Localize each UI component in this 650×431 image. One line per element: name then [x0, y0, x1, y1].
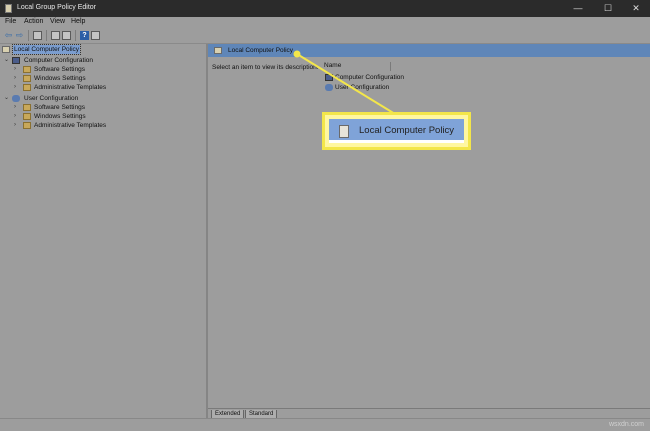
computer-icon — [12, 57, 20, 64]
chevron-right-icon[interactable]: › — [14, 65, 16, 74]
column-header-name[interactable]: Name — [324, 62, 391, 71]
toolbar: ⇦ ⇨ ? — [0, 28, 650, 44]
toolbar-separator — [28, 30, 29, 41]
list-item-label: User Configuration — [335, 84, 390, 91]
folder-icon — [23, 113, 31, 120]
computer-icon — [325, 74, 333, 81]
details-header: Local Computer Policy — [208, 44, 650, 57]
folder-icon — [23, 122, 31, 129]
close-button[interactable]: ✕ — [622, 0, 650, 17]
tree-item-label: Windows Settings — [34, 75, 86, 82]
menu-file[interactable]: File — [5, 18, 16, 25]
forward-arrow-icon[interactable]: ⇨ — [15, 31, 24, 40]
maximize-button[interactable]: ☐ — [594, 0, 622, 17]
folder-icon — [23, 75, 31, 82]
details-header-label: Local Computer Policy — [228, 47, 294, 54]
chevron-down-icon[interactable]: ⌄ — [4, 56, 9, 65]
tree-item-label: Computer Configuration — [24, 57, 94, 64]
properties-icon[interactable] — [51, 31, 60, 40]
callout-highlight: Local Computer Policy — [322, 112, 471, 150]
tree-item-label: Administrative Templates — [34, 122, 107, 129]
description-text: Select an item to view its description. — [212, 64, 319, 71]
chevron-right-icon[interactable]: › — [14, 112, 16, 121]
help-icon[interactable]: ? — [80, 31, 89, 40]
chevron-right-icon[interactable]: › — [14, 103, 16, 112]
title-bar: Local Group Policy Editor — ☐ ✕ — [0, 0, 650, 17]
policy-icon — [2, 46, 10, 53]
chevron-down-icon[interactable]: ⌄ — [4, 94, 9, 103]
minimize-button[interactable]: — — [564, 0, 592, 17]
menu-bar: File Action View Help — [0, 17, 650, 28]
toolbar-separator — [75, 30, 76, 41]
show-hide-tree-icon[interactable] — [33, 31, 42, 40]
tree-item-label: Software Settings — [34, 104, 85, 111]
folder-icon — [23, 84, 31, 91]
callout-label: Local Computer Policy — [359, 125, 455, 136]
folder-icon — [23, 104, 31, 111]
chevron-right-icon[interactable]: › — [14, 83, 16, 92]
tree-item-label: Software Settings — [34, 66, 85, 73]
watermark: wsxdn.com — [608, 421, 644, 428]
menu-action[interactable]: Action — [24, 18, 43, 25]
folder-icon — [23, 66, 31, 73]
tree-pane: Local Computer Policy ⌄ Computer Configu… — [0, 44, 208, 418]
export-list-icon[interactable] — [62, 31, 71, 40]
menu-help[interactable]: Help — [71, 18, 85, 25]
tree-item-label: Administrative Templates — [34, 84, 107, 91]
tree-item-label: User Configuration — [24, 95, 79, 102]
details-pane: Local Computer Policy Select an item to … — [208, 44, 650, 419]
back-arrow-icon[interactable]: ⇦ — [4, 31, 13, 40]
list-item-label: Computer Configuration — [335, 74, 405, 81]
toolbar-separator — [46, 30, 47, 41]
app-icon — [5, 4, 12, 13]
user-icon — [325, 84, 333, 91]
show-action-pane-icon[interactable] — [91, 31, 100, 40]
chevron-right-icon[interactable]: › — [14, 121, 16, 130]
tree-item-label: Local Computer Policy — [11, 44, 82, 55]
user-icon — [12, 95, 20, 102]
status-bar — [0, 418, 650, 431]
menu-view[interactable]: View — [50, 18, 65, 25]
tree-item-label: Windows Settings — [34, 113, 86, 120]
chevron-right-icon[interactable]: › — [14, 74, 16, 83]
policy-icon — [339, 125, 349, 138]
callout-zoom: Local Computer Policy — [329, 119, 464, 143]
policy-icon — [214, 47, 222, 54]
window-title: Local Group Policy Editor — [17, 4, 96, 11]
